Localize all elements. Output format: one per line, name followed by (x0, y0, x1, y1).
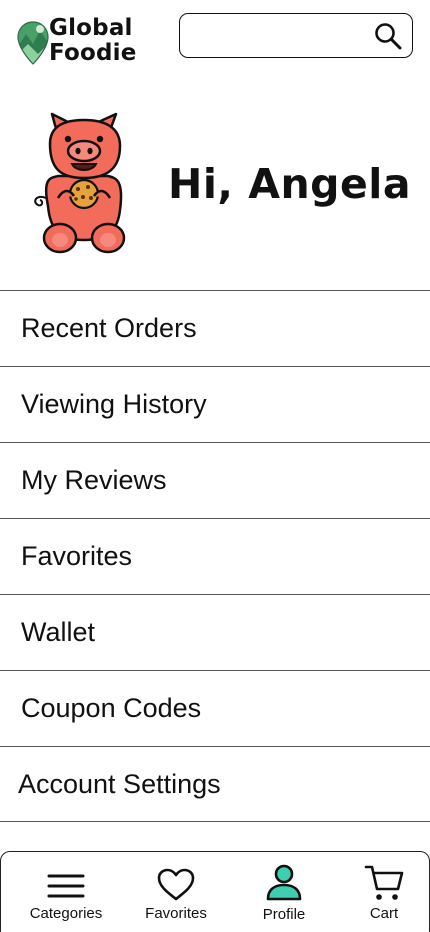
bottom-nav: Categories Favorites Profile Cart (0, 851, 430, 932)
cart-icon (364, 865, 404, 900)
profile-menu: Recent Orders Viewing History My Reviews… (0, 290, 430, 822)
nav-cart[interactable]: Cart (334, 852, 430, 932)
menu-item-label: Favorites (21, 541, 133, 571)
menu-item-favorites[interactable]: Favorites (0, 518, 430, 594)
menu-item-viewing-history[interactable]: Viewing History (0, 366, 430, 442)
menu-item-label: Viewing History (21, 389, 207, 419)
nav-categories[interactable]: Categories (16, 852, 116, 932)
nav-label: Categories (29, 905, 103, 922)
menu-item-label: Coupon Codes (21, 693, 202, 723)
nav-favorites[interactable]: Favorites (126, 852, 226, 932)
menu-item-account-settings[interactable]: Account Settings (0, 746, 430, 822)
logo-line-1: Global (49, 15, 133, 41)
menu-item-label: Recent Orders (21, 313, 197, 343)
greeting-text: Hi, Angela (168, 160, 412, 208)
menu-item-my-reviews[interactable]: My Reviews (0, 442, 430, 518)
app-header: Global Foodie (0, 0, 430, 80)
person-icon (266, 864, 302, 901)
logo-text: Global Foodie (49, 16, 137, 66)
nav-label: Cart (369, 905, 399, 922)
search-input[interactable] (190, 20, 365, 50)
menu-item-label: Account Settings (18, 768, 221, 799)
nav-profile[interactable]: Profile (234, 852, 334, 932)
location-pin-icon (17, 21, 49, 65)
menu-icon (47, 874, 85, 898)
app-logo[interactable]: Global Foodie (16, 16, 146, 70)
menu-item-recent-orders[interactable]: Recent Orders (0, 290, 430, 366)
menu-item-label: My Reviews (21, 465, 167, 495)
menu-item-coupon-codes[interactable]: Coupon Codes (0, 670, 430, 746)
menu-item-wallet[interactable]: Wallet (0, 594, 430, 670)
nav-label: Favorites (145, 905, 207, 922)
avatar (34, 112, 126, 254)
logo-line-2: Foodie (49, 40, 137, 66)
search-bar[interactable] (179, 13, 413, 58)
menu-item-label: Wallet (21, 617, 96, 647)
search-icon[interactable] (374, 22, 402, 50)
heart-icon (157, 868, 195, 901)
nav-label: Profile (262, 906, 306, 923)
